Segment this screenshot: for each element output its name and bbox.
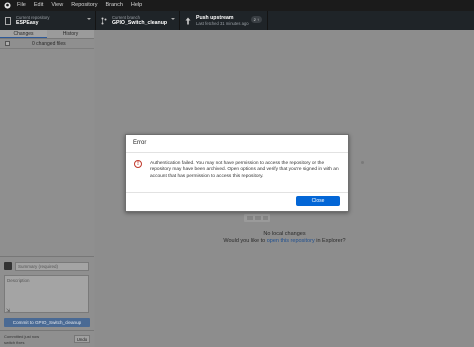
last-commit-panel: Committed just now switch fixes Undo (0, 330, 94, 347)
chevron-down-icon (171, 18, 175, 20)
tab-changes[interactable]: Changes (0, 30, 47, 38)
menu-help[interactable]: Help (131, 0, 142, 11)
close-button[interactable]: Close (296, 196, 340, 206)
ahead-count-badge: 2 ↑ (250, 16, 262, 23)
menu-edit[interactable]: Edit (34, 0, 43, 11)
sidebar: Changes History 0 changed files Summary … (0, 30, 94, 347)
dialog-title: Error (133, 140, 147, 146)
menu-branch[interactable]: Branch (105, 0, 122, 11)
description-input[interactable]: Description (4, 275, 89, 313)
select-all-checkbox[interactable] (5, 41, 10, 46)
chevron-down-icon (87, 18, 91, 20)
tab-history[interactable]: History (47, 30, 94, 38)
changed-files-count: 0 changed files (32, 40, 66, 47)
current-repository-button[interactable]: Current repository ESPEasy (0, 11, 96, 30)
commit-button[interactable]: Commit to GPIO_Switch_cleanup (4, 318, 90, 327)
decorative-dot (361, 161, 364, 164)
menu-repository[interactable]: Repository (71, 0, 97, 11)
prompt-suffix: in Explorer? (314, 238, 346, 244)
avatar (4, 262, 12, 270)
add-coauthor-icon[interactable]: ⇲ (6, 308, 10, 314)
current-branch-button[interactable]: Current branch GPIO_Switch_cleanup (96, 11, 180, 30)
menu-view[interactable]: View (51, 0, 63, 11)
dialog-message: Authentication failed. You may not have … (150, 161, 339, 179)
repo-icon (3, 16, 13, 25)
push-status: Last fetched 31 minutes ago (196, 21, 249, 26)
prompt-prefix: Would you like to (223, 238, 267, 244)
commit-area: Summary (required) Description ⇲ Commit … (0, 256, 94, 347)
menu-bar: File Edit View Repository Branch Help (0, 0, 474, 11)
open-repository-link[interactable]: open this repository (267, 238, 315, 244)
summary-input[interactable]: Summary (required) (15, 262, 89, 271)
undo-button[interactable]: Undo (74, 335, 90, 343)
repo-name: ESPEasy (16, 20, 39, 26)
dialog-footer-divider (126, 192, 348, 193)
error-dialog: Error ! Authentication failed. You may n… (125, 134, 349, 212)
changed-files-header: 0 changed files (0, 39, 94, 49)
no-changes-illustration (244, 214, 270, 222)
dialog-header-divider (126, 152, 348, 153)
menu-file[interactable]: File (17, 0, 26, 11)
push-upstream-button[interactable]: Last fetched 31 minutes ago Push upstrea… (180, 11, 268, 30)
error-icon: ! (134, 160, 142, 168)
branch-name: GPIO_Switch_cleanup (112, 20, 168, 26)
branch-icon (99, 17, 109, 25)
last-commit-title: switch fixes (4, 340, 25, 345)
github-logo-icon (0, 0, 14, 11)
no-local-changes-title: No local changes (263, 231, 306, 237)
open-in-explorer-prompt: Would you like to open this repository i… (95, 238, 474, 244)
last-commit-label: Committed just now (4, 334, 40, 339)
push-arrow-icon (183, 17, 193, 25)
toolbar: Current repository ESPEasy Current branc… (0, 11, 474, 30)
sidebar-tabs: Changes History (0, 30, 94, 39)
